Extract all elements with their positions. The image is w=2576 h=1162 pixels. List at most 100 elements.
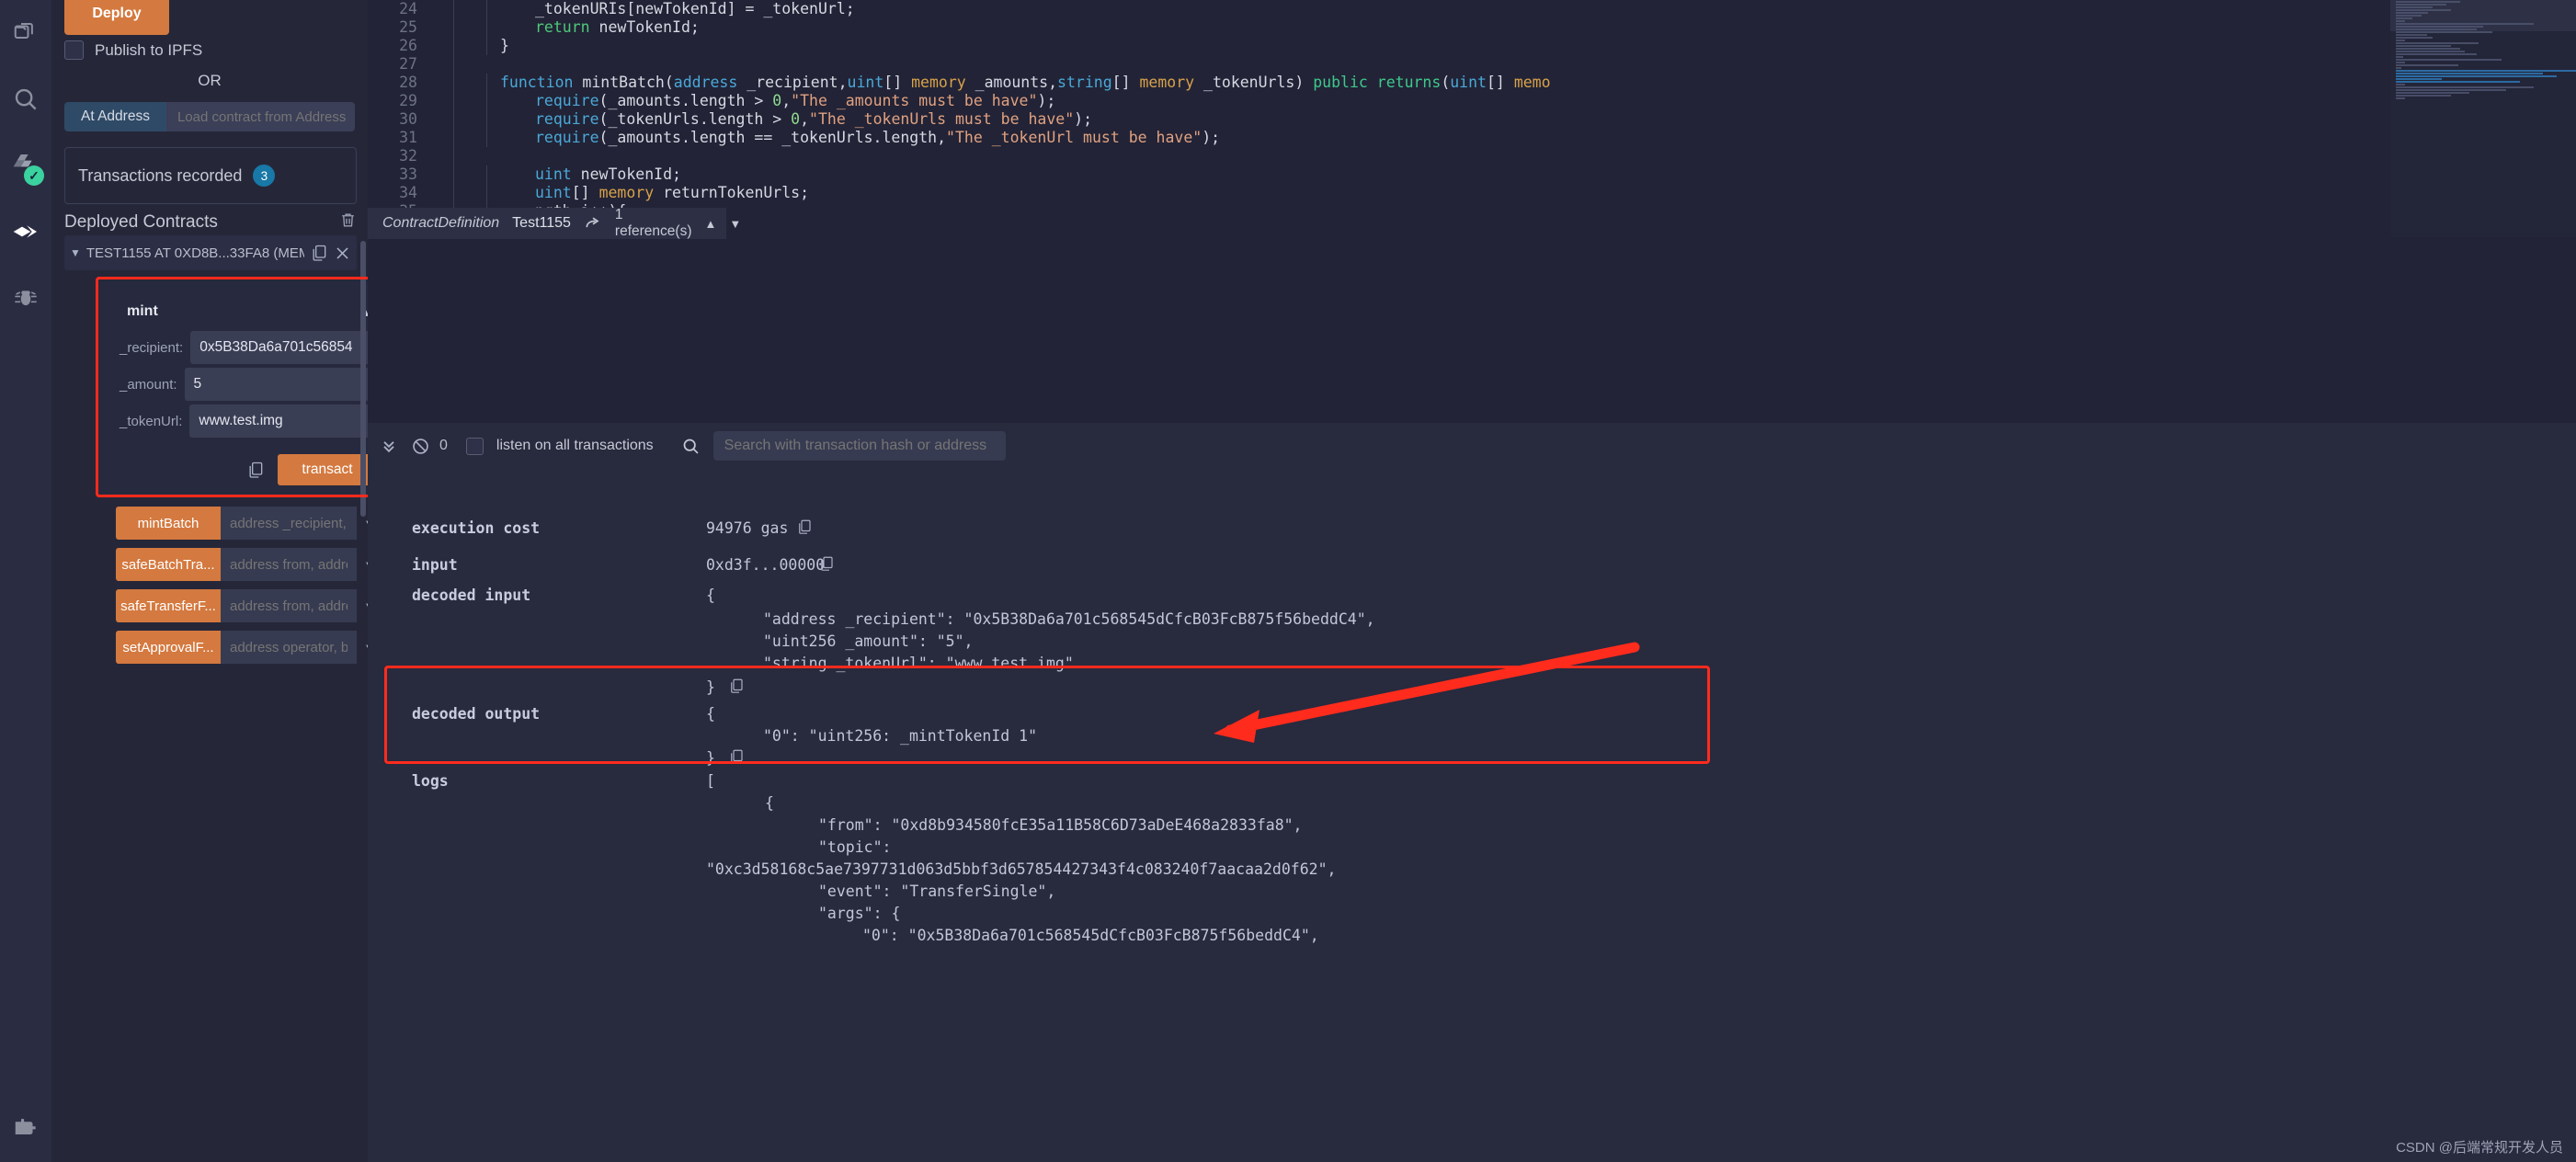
code-line: 29 require(_amounts.length > 0,"The _amou… bbox=[368, 92, 2576, 110]
mintbatch-args-input[interactable] bbox=[221, 507, 357, 540]
copy-calldata-icon[interactable] bbox=[246, 461, 265, 479]
transactions-recorded-count: 3 bbox=[253, 165, 276, 187]
listen-on-all-transactions-label: listen on all transactions bbox=[496, 438, 654, 453]
minimap-line bbox=[2396, 12, 2428, 14]
publish-to-ipfs-label: Publish to IPFS bbox=[95, 40, 203, 59]
double-chevron-down-icon[interactable] bbox=[373, 430, 405, 461]
transaction-search-input[interactable] bbox=[712, 431, 1006, 461]
fold-gutter bbox=[434, 74, 454, 92]
setapprovalforall-args-input[interactable] bbox=[221, 631, 357, 664]
minimap-line bbox=[2396, 81, 2520, 83]
transact-button[interactable]: transact bbox=[278, 454, 368, 485]
deployed-contracts-title: Deployed Contracts bbox=[64, 212, 218, 232]
copy-icon[interactable] bbox=[728, 678, 745, 699]
code-text: uint[] memory returnTokenUrls; bbox=[535, 184, 810, 201]
mint-param-amount-input[interactable] bbox=[184, 368, 368, 401]
deploy-button[interactable]: Deploy bbox=[64, 0, 169, 35]
minimap-line bbox=[2396, 34, 2427, 36]
copy-icon[interactable] bbox=[818, 555, 835, 576]
at-address-button[interactable]: At Address bbox=[64, 102, 166, 131]
code-line: 31 require(_amounts.length == _tokenUrls.… bbox=[368, 129, 2576, 147]
chevron-down-icon[interactable]: ▼ bbox=[357, 589, 368, 622]
decoded-input-open: { bbox=[706, 587, 715, 604]
plugin-manager-icon[interactable] bbox=[0, 1088, 51, 1162]
code-text: return newTokenId; bbox=[535, 18, 700, 36]
editor-minimap[interactable] bbox=[2390, 0, 2576, 237]
search-icon[interactable] bbox=[0, 66, 51, 132]
line-number: 32 bbox=[399, 147, 417, 165]
chevron-up-icon[interactable]: ▲ bbox=[704, 217, 716, 231]
mint-param-recipient: _recipient: bbox=[120, 331, 368, 364]
panel-scrollbar[interactable] bbox=[360, 241, 366, 517]
or-separator-label: OR bbox=[198, 72, 222, 89]
minimap-line bbox=[2396, 1, 2460, 3]
close-icon[interactable] bbox=[334, 245, 351, 262]
deployed-contract-item[interactable]: ▼ TEST1155 AT 0XD8B...33FA8 (MEM bbox=[64, 235, 357, 270]
indent-guide bbox=[454, 184, 487, 202]
trash-icon[interactable] bbox=[339, 211, 357, 234]
minimap-line bbox=[2396, 64, 2458, 66]
mint-param-tokenurl-input[interactable] bbox=[189, 404, 368, 438]
copy-icon[interactable] bbox=[796, 518, 813, 540]
fold-gutter bbox=[434, 55, 454, 74]
line-number: 25 bbox=[399, 18, 417, 36]
minimap-line bbox=[2396, 26, 2483, 28]
go-to-definition-icon[interactable] bbox=[584, 214, 602, 233]
at-address-input[interactable] bbox=[165, 102, 355, 131]
minimap-line bbox=[2396, 95, 2451, 97]
line-number: 33 bbox=[399, 165, 417, 183]
decoded-input-key: decoded input bbox=[412, 587, 531, 604]
minimap-line bbox=[2396, 73, 2543, 74]
mint-function-panel: mint ▲ _recipient: _amount: _tokenUrl: bbox=[99, 281, 368, 495]
safebatchtransfer-args-input[interactable] bbox=[221, 548, 357, 581]
mint-title-row[interactable]: mint ▲ bbox=[127, 303, 368, 320]
line-number: 31 bbox=[399, 129, 417, 146]
setapprovalforall-button[interactable]: setApprovalF... bbox=[116, 631, 221, 664]
file-explorer-icon[interactable] bbox=[0, 0, 51, 66]
debugger-icon[interactable] bbox=[0, 265, 51, 331]
chevron-down-icon[interactable]: ▼ bbox=[357, 548, 368, 581]
safebatchtransfer-button[interactable]: safeBatchTra... bbox=[116, 548, 221, 581]
transaction-details: execution cost 94976 gas input 0xd3f...0… bbox=[368, 469, 2576, 1162]
chevron-down-icon[interactable]: ▼ bbox=[729, 217, 741, 231]
minimap-line bbox=[2396, 4, 2446, 6]
code-line: 32 bbox=[368, 147, 2576, 165]
input-key: input bbox=[412, 556, 458, 574]
code-line: 34 uint[] memory returnTokenUrls; bbox=[368, 184, 2576, 202]
mint-param-recipient-label: _recipient: bbox=[120, 339, 184, 356]
minimap-line bbox=[2396, 62, 2405, 63]
mintbatch-button[interactable]: mintBatch bbox=[116, 507, 221, 540]
copy-icon[interactable] bbox=[310, 244, 328, 262]
minimap-line bbox=[2396, 17, 2412, 19]
mint-param-tokenurl-label: _tokenUrl: bbox=[120, 413, 183, 429]
mint-param-recipient-input[interactable] bbox=[190, 331, 368, 364]
minimap-line bbox=[2396, 59, 2502, 61]
chevron-down-icon[interactable]: ▼ bbox=[357, 631, 368, 664]
indent-guide bbox=[454, 18, 487, 37]
deployed-contracts-header: Deployed Contracts bbox=[64, 211, 357, 234]
listen-on-all-transactions-checkbox[interactable] bbox=[465, 437, 484, 455]
search-icon[interactable] bbox=[681, 437, 701, 456]
solidity-compiler-icon[interactable]: ✓ bbox=[0, 132, 51, 199]
minimap-line bbox=[2396, 70, 2576, 72]
minimap-line bbox=[2396, 9, 2451, 11]
code-text: function mintBatch(address _recipient,ui… bbox=[500, 74, 1551, 91]
contract-definition-references[interactable]: 1 reference(s) bbox=[615, 207, 692, 240]
decoded-input-line-2: "string _tokenUrl": "www.test.img" bbox=[763, 655, 1074, 672]
minimap-line bbox=[2396, 97, 2405, 99]
code-editor[interactable]: 24 _tokenURIs[newTokenId] = _tokenUrl; 25 r… bbox=[368, 0, 2576, 423]
safetransferfrom-args-input[interactable] bbox=[221, 589, 357, 622]
clear-console-icon[interactable] bbox=[405, 430, 436, 461]
code-line: 24 _tokenURIs[newTokenId] = _tokenUrl; bbox=[368, 0, 2576, 18]
logs-key: logs bbox=[412, 772, 449, 790]
publish-to-ipfs-checkbox[interactable] bbox=[64, 40, 84, 60]
copy-icon[interactable] bbox=[728, 748, 745, 769]
minimap-line bbox=[2396, 45, 2451, 47]
chevron-down-icon[interactable]: ▼ bbox=[70, 246, 81, 259]
line-number: 34 bbox=[399, 184, 417, 201]
transactions-recorded-section[interactable]: Transactions recorded 3 bbox=[64, 147, 357, 204]
deploy-run-icon[interactable] bbox=[0, 199, 51, 265]
safetransferfrom-button[interactable]: safeTransferF... bbox=[116, 589, 221, 622]
